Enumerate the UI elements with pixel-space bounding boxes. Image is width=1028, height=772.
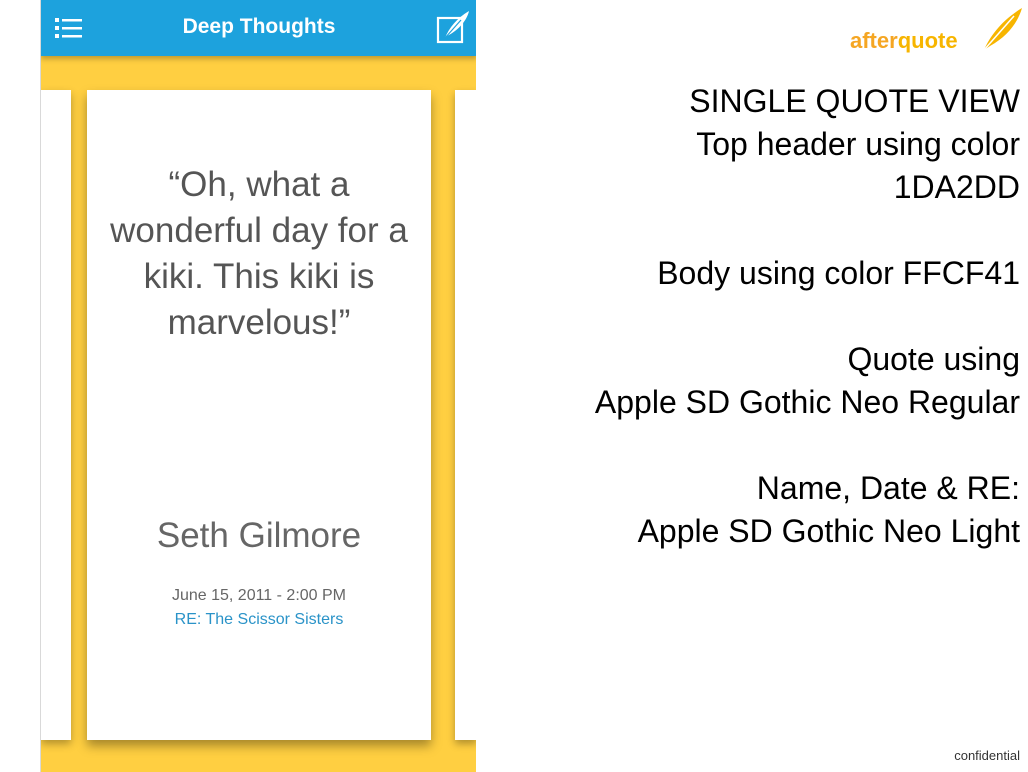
afterquote-logo: afterquote [850,6,1025,56]
feather-icon [980,6,1025,54]
app-header: Deep Thoughts [41,0,476,56]
author-name: Seth Gilmore [156,516,362,555]
logo-part-after: after [850,28,898,53]
quote-text: “Oh, what a wonderful day for a kiki. Th… [110,165,408,342]
confidential-label: confidential [954,748,1020,763]
note-line: Top header using color [696,126,1020,162]
logo-part-quote: quote [897,28,958,53]
note-line: Quote using [847,341,1020,377]
note-line: SINGLE QUOTE VIEW [689,83,1020,119]
design-notes: SINGLE QUOTE VIEW Top header using color… [520,80,1020,553]
quote-card[interactable]: “Oh, what a wonderful day for a kiki. Th… [87,90,431,740]
phone-screen: Deep Thoughts “Oh, what a wonderful day … [40,0,476,772]
app-title: Deep Thoughts [182,15,336,38]
note-line: Apple SD Gothic Neo Regular [594,384,1020,420]
quote-date: June 15, 2011 - 2:00 PM [171,587,347,604]
re-link[interactable]: RE: The Scissor Sisters [87,611,431,629]
next-card[interactable] [455,90,476,740]
note-line: Name, Date & RE: [756,470,1020,506]
compose-quill-icon[interactable] [435,8,471,46]
note-line: Body using color FFCF41 [657,255,1020,291]
note-line: Apple SD Gothic Neo Light [637,513,1020,549]
previous-card[interactable] [41,90,71,740]
logo-wordmark: afterquote [850,28,958,54]
note-line: 1DA2DD [893,169,1020,205]
